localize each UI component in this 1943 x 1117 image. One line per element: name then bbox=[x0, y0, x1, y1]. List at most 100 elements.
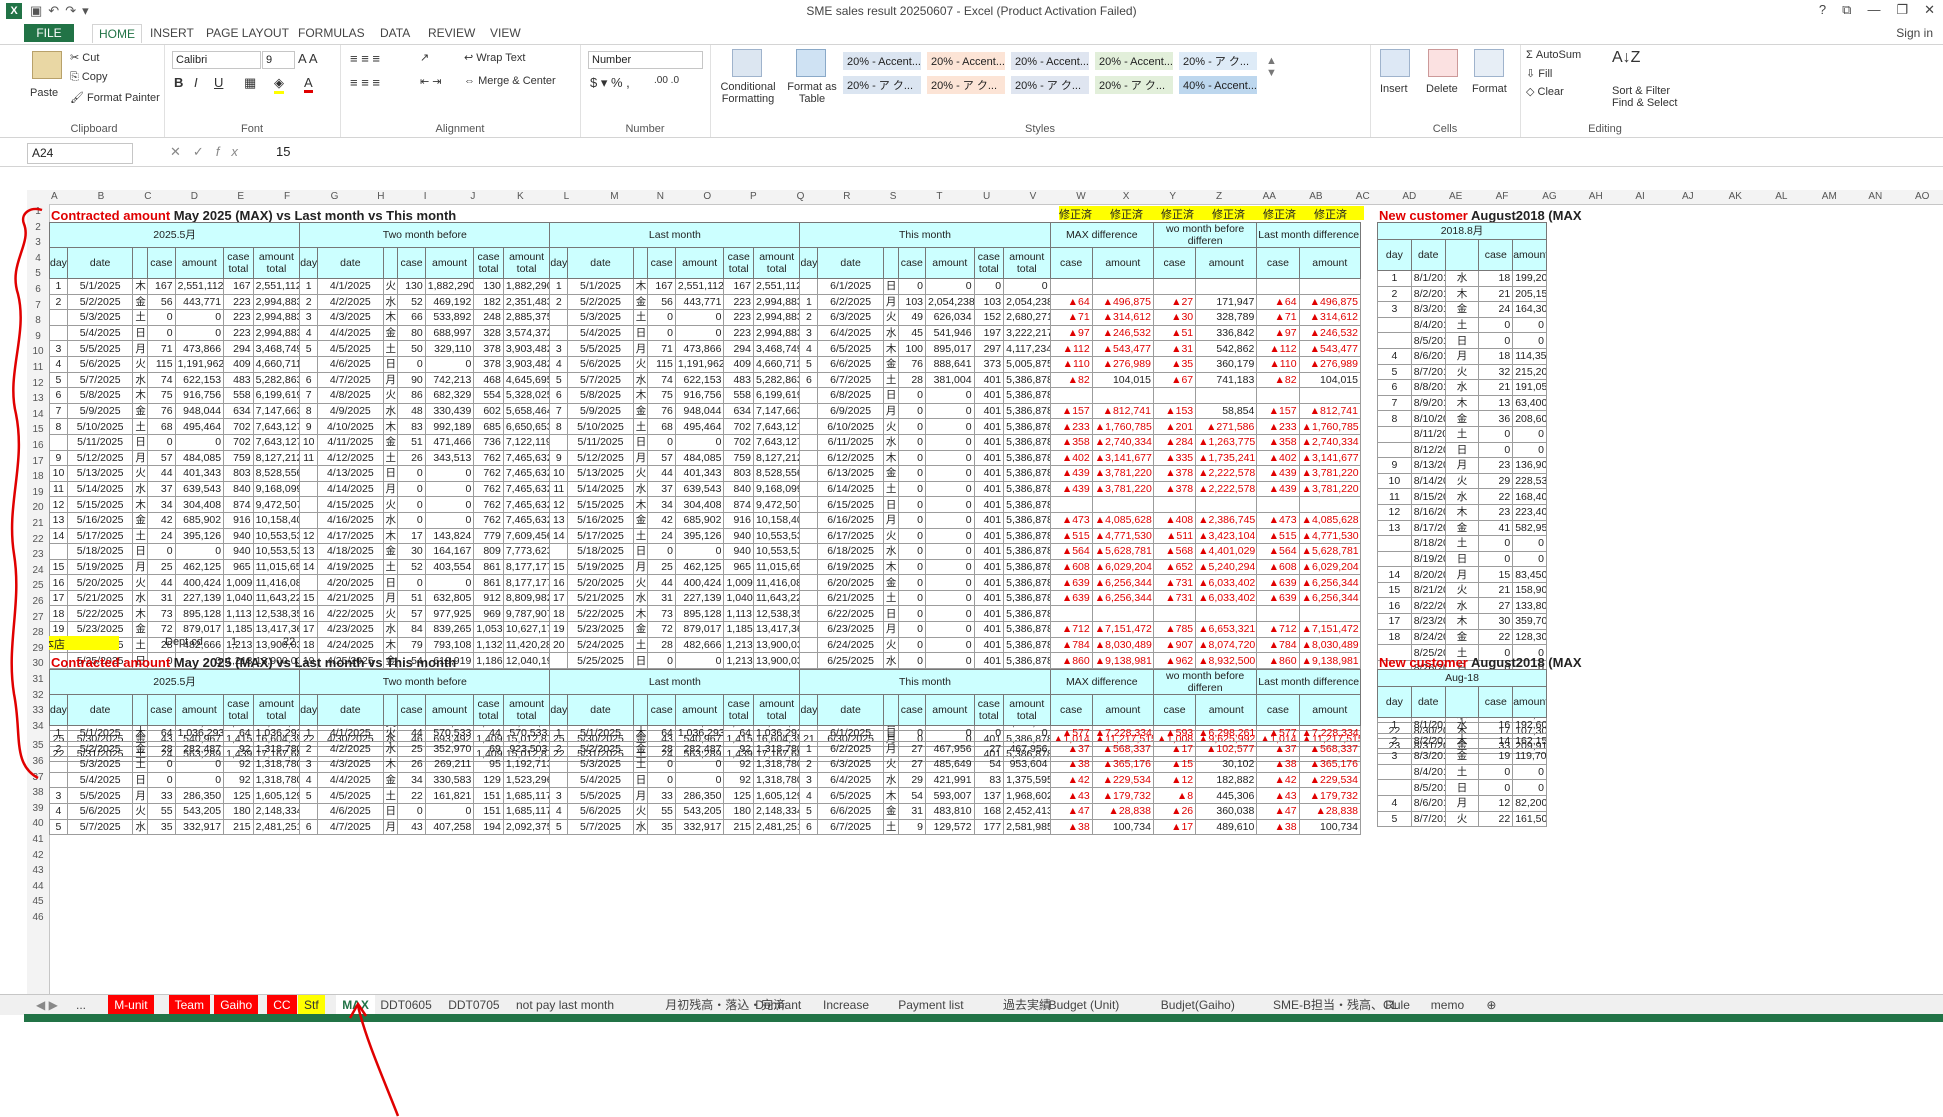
table-cell[interactable]: 42 bbox=[147, 511, 176, 529]
table-cell[interactable]: 5/16/2025 bbox=[66, 511, 134, 529]
table-cell[interactable]: 4/4/2025 bbox=[317, 324, 384, 342]
table-cell[interactable]: 0 bbox=[1478, 535, 1514, 552]
table-cell[interactable]: ▲439 bbox=[1049, 480, 1093, 498]
table-cell[interactable]: 401 bbox=[973, 480, 1005, 498]
sheet-tab[interactable]: CC bbox=[267, 995, 297, 1015]
table-cell[interactable]: 381,004 bbox=[925, 371, 975, 389]
table-cell[interactable]: 4/16/2025 bbox=[317, 511, 384, 529]
table-cell[interactable]: 839,265 bbox=[424, 621, 475, 638]
table-cell[interactable]: 125 bbox=[723, 787, 754, 804]
table-cell[interactable]: 5,386,878 bbox=[1003, 605, 1051, 623]
table-cell[interactable]: 3 bbox=[549, 340, 569, 357]
table-cell[interactable]: 火 bbox=[382, 387, 399, 404]
table-cell[interactable]: 6/17/2025 bbox=[817, 527, 884, 545]
table-cell[interactable]: 日 bbox=[132, 433, 149, 451]
table-cell[interactable]: 6/24/2025 bbox=[817, 636, 884, 654]
table-cell[interactable]: 6 bbox=[299, 371, 319, 389]
number-format-select[interactable]: Number bbox=[588, 51, 703, 69]
table-cell[interactable]: 6/5/2025 bbox=[817, 340, 884, 357]
column-header[interactable]: AM bbox=[1822, 191, 1837, 202]
table-cell[interactable] bbox=[799, 558, 819, 576]
table-cell[interactable]: 888,641 bbox=[925, 355, 975, 373]
table-cell[interactable]: ▲229,534 bbox=[1298, 771, 1362, 789]
table-cell[interactable] bbox=[549, 652, 569, 669]
table-cell[interactable]: 火 bbox=[1444, 581, 1480, 599]
table-cell[interactable]: 5,386,878 bbox=[1003, 652, 1051, 669]
table-cell[interactable]: 日 bbox=[632, 324, 649, 342]
table-cell[interactable]: 360,179 bbox=[1195, 355, 1258, 373]
table-cell[interactable]: 8/20/2018 bbox=[1410, 566, 1446, 583]
table-cell[interactable]: 1,375,595 bbox=[1003, 771, 1051, 789]
table-cell[interactable]: 71 bbox=[647, 340, 676, 357]
table-cell[interactable]: ▲577 bbox=[1049, 725, 1093, 742]
table-cell[interactable]: 6/11/2025 bbox=[817, 433, 884, 451]
enter-icon[interactable]: ✓ bbox=[193, 144, 216, 159]
table-cell[interactable] bbox=[299, 574, 319, 591]
table-cell[interactable]: 0 bbox=[973, 278, 1005, 295]
table-cell[interactable]: 543,205 bbox=[674, 802, 725, 820]
table-cell[interactable]: 44 bbox=[147, 465, 176, 482]
table-cell[interactable]: 401 bbox=[973, 418, 1005, 435]
table-cell[interactable]: 火 bbox=[882, 309, 899, 326]
table-cell[interactable]: 64 bbox=[147, 725, 176, 742]
table-cell[interactable]: 3 bbox=[49, 787, 68, 804]
table-cell[interactable]: 火 bbox=[382, 278, 399, 295]
table-cell[interactable]: 木 bbox=[132, 725, 149, 742]
table-cell[interactable]: 152 bbox=[973, 309, 1005, 326]
table-cell[interactable]: 0 bbox=[174, 543, 225, 560]
cancel-icon[interactable]: ✕ bbox=[170, 144, 193, 159]
table-cell[interactable]: 5/8/2025 bbox=[66, 387, 134, 404]
table-cell[interactable]: 16 bbox=[299, 605, 319, 623]
table-cell[interactable]: ▲543,477 bbox=[1298, 340, 1362, 357]
table-cell[interactable]: ▲907 bbox=[1152, 636, 1197, 654]
table-cell[interactable]: 水 bbox=[882, 771, 899, 789]
table-cell[interactable]: ▲712 bbox=[1049, 621, 1093, 638]
table-cell[interactable]: 992,189 bbox=[424, 418, 475, 435]
column-header[interactable]: J bbox=[470, 191, 475, 202]
table-cell[interactable]: 5,386,878 bbox=[1003, 433, 1051, 451]
table-cell[interactable]: ▲7,228,334 bbox=[1298, 725, 1362, 742]
table-cell[interactable]: 554 bbox=[473, 387, 504, 404]
table-cell[interactable] bbox=[1195, 605, 1258, 623]
table-cell[interactable]: 401 bbox=[973, 402, 1005, 420]
wrap-text-button[interactable]: ↩ Wrap Text bbox=[464, 51, 525, 64]
table-cell[interactable] bbox=[1091, 605, 1154, 623]
align-top-icon[interactable]: ≡ ≡ ≡ bbox=[350, 51, 380, 66]
table-cell[interactable]: ▲358 bbox=[1256, 433, 1300, 451]
table-cell[interactable]: 5/3/2025 bbox=[567, 756, 634, 773]
table-cell[interactable]: 803 bbox=[223, 465, 254, 482]
table-cell[interactable] bbox=[49, 324, 68, 342]
table-cell[interactable]: 57 bbox=[647, 449, 676, 467]
table-cell[interactable]: 1,036,293 bbox=[252, 725, 301, 742]
table-cell[interactable]: 8/5/2018 bbox=[1410, 779, 1446, 796]
table-cell[interactable]: 金 bbox=[882, 802, 899, 820]
table-cell[interactable]: 2 bbox=[549, 293, 569, 311]
table-cell[interactable]: 0 bbox=[1478, 332, 1514, 349]
table-cell[interactable]: 5/23/2025 bbox=[66, 621, 134, 638]
table-cell[interactable]: 7,643,127 bbox=[252, 418, 301, 435]
table-cell[interactable]: 8 bbox=[1377, 410, 1412, 427]
table-cell[interactable]: 水 bbox=[132, 818, 149, 836]
table-cell[interactable]: 金 bbox=[132, 740, 149, 758]
table-cell[interactable]: 92 bbox=[723, 771, 754, 789]
table-cell[interactable]: ▲568 bbox=[1152, 543, 1197, 560]
table-cell[interactable]: 8/5/2018 bbox=[1410, 332, 1446, 349]
table-cell[interactable]: 火 bbox=[1444, 363, 1480, 381]
table-cell[interactable]: 401 bbox=[973, 652, 1005, 669]
table-cell[interactable]: 5/14/2025 bbox=[66, 480, 134, 498]
table-cell[interactable]: 401 bbox=[973, 558, 1005, 576]
table-cell[interactable]: 2,551,112 bbox=[174, 278, 225, 295]
table-cell[interactable]: ▲3,781,220 bbox=[1091, 465, 1154, 482]
table-cell[interactable] bbox=[549, 756, 569, 773]
table-cell[interactable]: 83 bbox=[397, 418, 426, 435]
table-cell[interactable]: 火 bbox=[382, 496, 399, 513]
table-cell[interactable]: 64 bbox=[647, 725, 676, 742]
table-cell[interactable]: 4/1/2025 bbox=[317, 278, 384, 295]
table-cell[interactable]: 0 bbox=[174, 324, 225, 342]
table-cell[interactable]: 742,213 bbox=[424, 371, 475, 389]
table-cell[interactable]: 407,258 bbox=[424, 818, 475, 836]
table-cell[interactable]: 0 bbox=[897, 387, 927, 404]
table-cell[interactable] bbox=[1256, 496, 1300, 513]
column-header[interactable]: AA bbox=[1263, 191, 1276, 202]
table-cell[interactable]: 0 bbox=[897, 511, 927, 529]
